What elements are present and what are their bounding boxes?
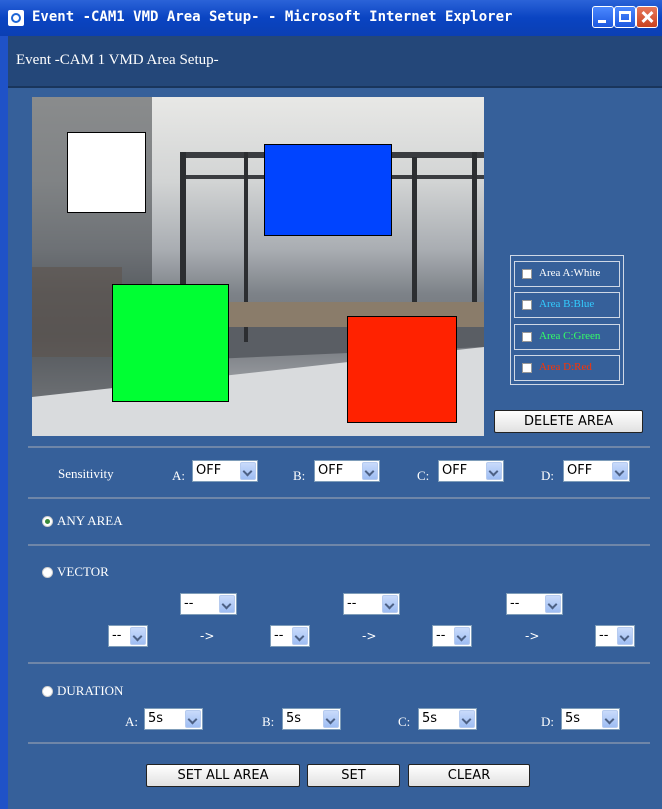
vector-bottom-2-value: -- <box>274 628 284 643</box>
set-button[interactable]: SET <box>307 764 400 787</box>
vector-bottom-select-2[interactable]: -- <box>270 625 310 647</box>
duration-d-letter: D: <box>541 714 554 729</box>
sensitivity-a-value: OFF <box>196 463 222 478</box>
maximize-button[interactable] <box>614 6 636 28</box>
sensitivity-d-select[interactable]: OFF <box>563 460 630 482</box>
duration-c-select[interactable]: 5s <box>418 708 477 730</box>
divider <box>28 662 650 664</box>
chevron-down-icon <box>545 595 561 613</box>
duration-a-select[interactable]: 5s <box>144 708 203 730</box>
vector-top-1-value: -- <box>184 596 194 611</box>
any-area-label: ANY AREA <box>57 513 123 528</box>
vector-bottom-3-value: -- <box>436 628 446 643</box>
divider <box>28 497 650 499</box>
window-frame-left <box>0 36 8 809</box>
duration-b-value: 5s <box>286 711 302 726</box>
chevron-down-icon <box>240 462 256 480</box>
vector-radio[interactable] <box>42 567 53 578</box>
vector-bottom-1-value: -- <box>112 628 122 643</box>
area-d-label: Area D:Red <box>539 361 592 373</box>
area-c-checkbox[interactable] <box>522 332 532 342</box>
area-legend: Area A:White Area B:Blue Area C:Green Ar… <box>510 255 624 385</box>
duration-d-value: 5s <box>565 711 581 726</box>
camera-image[interactable] <box>32 97 484 436</box>
page-title: Event -CAM 1 VMD Area Setup- <box>16 52 219 68</box>
vector-top-3-value: -- <box>510 596 520 611</box>
delete-area-button[interactable]: DELETE AREA <box>494 410 643 433</box>
duration-b-letter: B: <box>262 714 275 729</box>
vector-arrow-2: -> <box>362 629 377 643</box>
chevron-down-icon <box>323 710 339 728</box>
set-all-area-button[interactable]: SET ALL AREA <box>146 764 300 787</box>
window-titlebar: Event -CAM1 VMD Area Setup- - Microsoft … <box>0 0 662 37</box>
chevron-down-icon <box>612 462 628 480</box>
duration-a-value: 5s <box>148 711 164 726</box>
sensitivity-c-value: OFF <box>442 463 468 478</box>
sensitivity-c-select[interactable]: OFF <box>438 460 504 482</box>
divider <box>28 446 650 448</box>
chevron-down-icon <box>486 462 502 480</box>
duration-d-select[interactable]: 5s <box>561 708 620 730</box>
clear-button[interactable]: CLEAR <box>408 764 530 787</box>
chevron-down-icon <box>362 462 378 480</box>
chevron-down-icon <box>382 595 398 613</box>
chevron-down-icon <box>219 595 235 613</box>
legend-row-area-b: Area B:Blue <box>514 292 620 318</box>
vector-arrow-1: -> <box>200 629 215 643</box>
chevron-down-icon <box>459 710 475 728</box>
window-title: Event -CAM1 VMD Area Setup- - Microsoft … <box>32 9 513 25</box>
vector-bottom-select-1[interactable]: -- <box>108 625 148 647</box>
sensitivity-label: Sensitivity <box>58 466 114 481</box>
area-b-label: Area B:Blue <box>539 298 595 310</box>
area-c-box[interactable] <box>112 284 229 402</box>
minimize-button[interactable] <box>592 6 614 28</box>
vector-bottom-select-3[interactable]: -- <box>432 625 472 647</box>
sensitivity-b-value: OFF <box>318 463 344 478</box>
area-d-checkbox[interactable] <box>522 363 532 373</box>
legend-row-area-c: Area C:Green <box>514 324 620 350</box>
vector-arrow-3: -> <box>525 629 540 643</box>
vector-top-2-value: -- <box>347 596 357 611</box>
area-a-box[interactable] <box>67 132 146 213</box>
any-area-radio[interactable] <box>42 516 53 527</box>
chevron-down-icon <box>292 627 308 645</box>
divider <box>28 544 650 546</box>
vector-bottom-4-value: -- <box>599 628 609 643</box>
sensitivity-d-letter: D: <box>541 468 554 483</box>
duration-label: DURATION <box>57 683 124 698</box>
ie-icon <box>8 10 24 26</box>
legend-row-area-d: Area D:Red <box>514 355 620 381</box>
area-a-label: Area A:White <box>539 267 601 279</box>
vector-top-select-3[interactable]: -- <box>506 593 563 615</box>
chevron-down-icon <box>454 627 470 645</box>
chevron-down-icon <box>185 710 201 728</box>
page-header: Event -CAM 1 VMD Area Setup- <box>8 36 662 88</box>
chevron-down-icon <box>617 627 633 645</box>
duration-c-value: 5s <box>422 711 438 726</box>
divider <box>28 742 650 744</box>
vector-label: VECTOR <box>57 564 109 579</box>
sensitivity-a-letter: A: <box>172 468 185 483</box>
legend-row-area-a: Area A:White <box>514 261 620 287</box>
area-c-label: Area C:Green <box>539 330 601 342</box>
sensitivity-c-letter: C: <box>417 468 430 483</box>
sensitivity-b-select[interactable]: OFF <box>314 460 380 482</box>
duration-a-letter: A: <box>125 714 138 729</box>
area-b-checkbox[interactable] <box>522 300 532 310</box>
sensitivity-b-letter: B: <box>293 468 306 483</box>
sensitivity-d-value: OFF <box>567 463 593 478</box>
sensitivity-a-select[interactable]: OFF <box>192 460 258 482</box>
duration-b-select[interactable]: 5s <box>282 708 341 730</box>
vector-top-select-2[interactable]: -- <box>343 593 400 615</box>
duration-radio[interactable] <box>42 686 53 697</box>
vector-bottom-select-4[interactable]: -- <box>595 625 635 647</box>
chevron-down-icon <box>130 627 146 645</box>
duration-c-letter: C: <box>398 714 411 729</box>
close-button[interactable] <box>636 6 658 28</box>
vector-top-select-1[interactable]: -- <box>180 593 237 615</box>
area-a-checkbox[interactable] <box>522 269 532 279</box>
area-d-box[interactable] <box>347 316 457 423</box>
area-b-box[interactable] <box>264 144 392 236</box>
chevron-down-icon <box>602 710 618 728</box>
